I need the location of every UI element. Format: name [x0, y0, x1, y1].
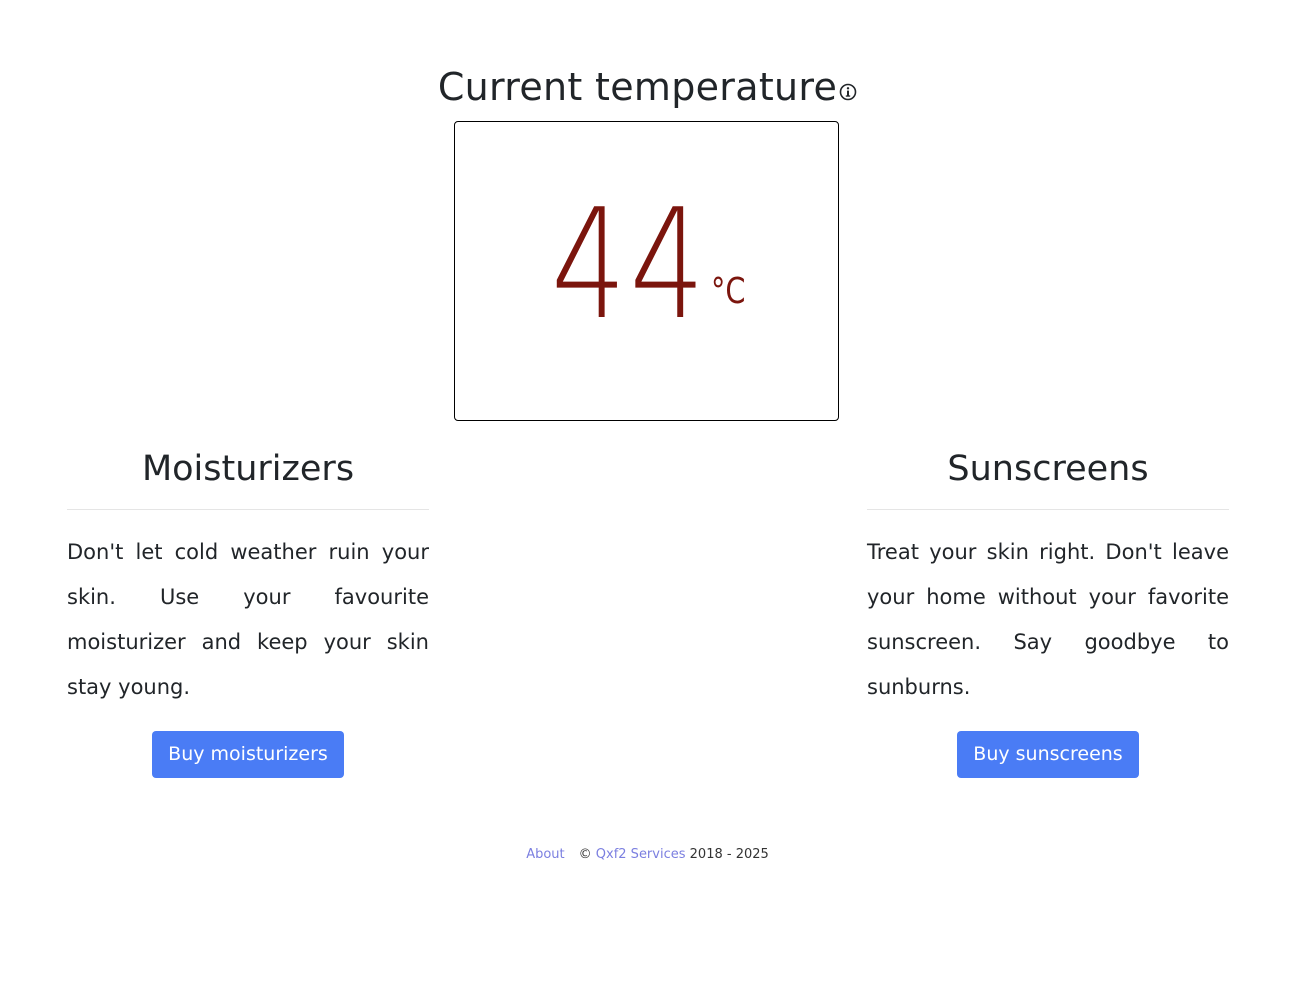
- temperature-heading-text: Current temperature: [437, 65, 838, 109]
- moisturizers-divider: [67, 509, 429, 510]
- sunscreens-description: Treat your skin right. Don't leave your …: [867, 540, 1229, 699]
- moisturizers-title: Moisturizers: [141, 449, 355, 489]
- moisturizers-section: Moisturizers Don't let cold weather ruin…: [67, 440, 429, 778]
- copyright-years: 2018 - 2025: [689, 847, 769, 862]
- company-link[interactable]: Qxf2 Services: [596, 847, 686, 862]
- weather-shopper-page: Current temperature 44 °C Moisturizers D…: [0, 0, 1295, 994]
- sunscreens-section: Sunscreens Treat your skin right. Don't …: [867, 440, 1229, 778]
- copyright-symbol: ©: [578, 847, 592, 862]
- temperature-heading: Current temperature: [0, 58, 1295, 116]
- about-link[interactable]: About: [526, 847, 564, 862]
- moisturizers-description: Don't let cold weather ruin your skin. U…: [67, 540, 429, 699]
- temperature-display: 44 °C: [454, 121, 839, 421]
- buy-sunscreens-button[interactable]: Buy sunscreens: [957, 731, 1139, 778]
- temperature-unit: °C: [711, 271, 746, 312]
- moisturizers-button-wrap: Buy moisturizers: [67, 731, 429, 778]
- sunscreens-divider: [867, 509, 1229, 510]
- sunscreens-title: Sunscreens: [947, 449, 1149, 489]
- buy-moisturizers-button[interactable]: Buy moisturizers: [152, 731, 344, 778]
- footer: About © Qxf2 Services 2018 - 2025: [0, 844, 1295, 866]
- temperature-value: 44: [551, 176, 709, 353]
- sunscreens-button-wrap: Buy sunscreens: [867, 731, 1229, 778]
- info-circle-icon[interactable]: [839, 59, 857, 100]
